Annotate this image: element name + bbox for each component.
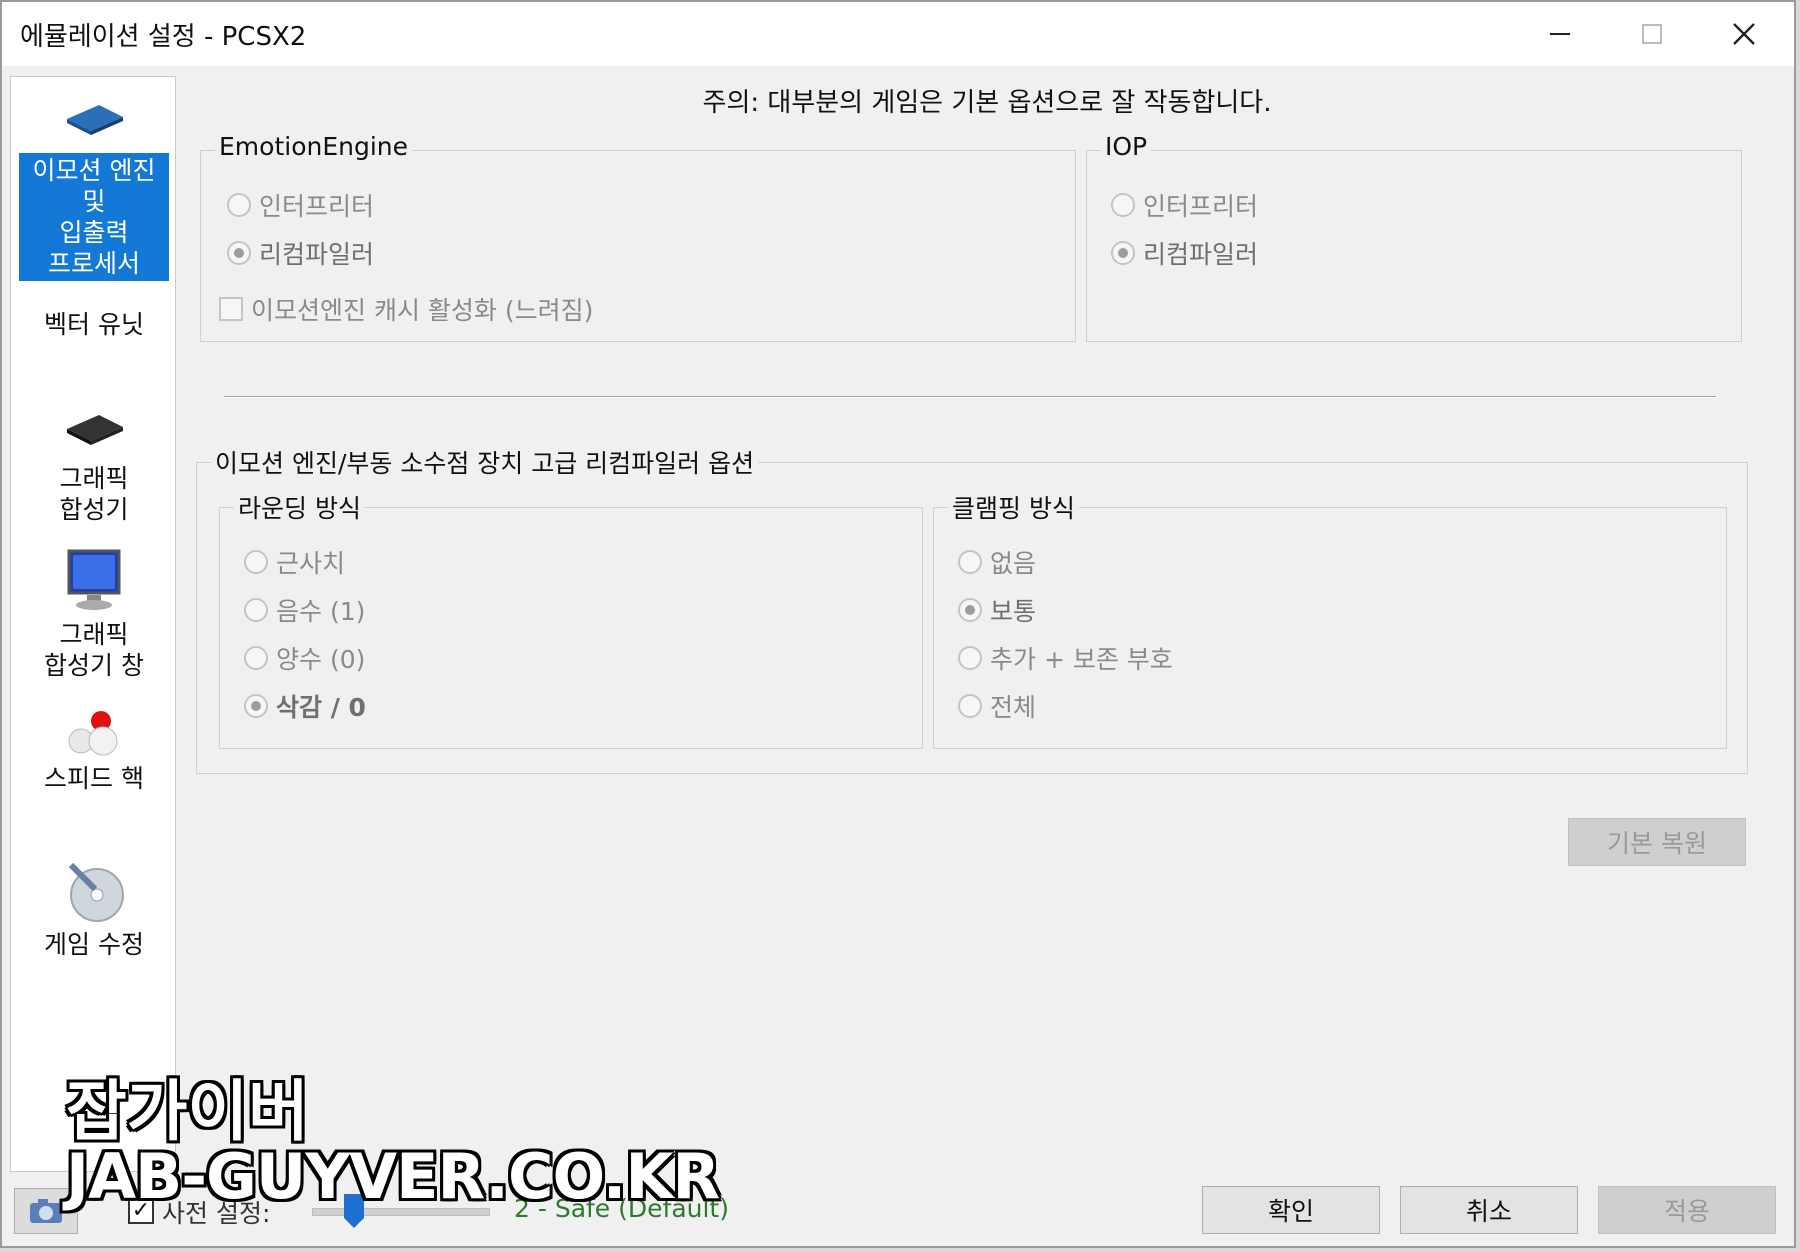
option-label: 리컴파일러: [1143, 240, 1259, 269]
sidebar-item-emotion-engine[interactable]: 이모션 엔진 및 입출력 프로세서: [11, 97, 177, 281]
option-label: 추가 + 보존 부호: [990, 645, 1173, 674]
sidebar-item-graphics-synthesizer[interactable]: 그래픽 합성기: [11, 407, 177, 525]
option-label: 전체: [990, 693, 1037, 722]
group-title: 이모션 엔진/부동 소수점 장치 고급 리컴파일러 옵션: [211, 444, 759, 480]
iop-recompiler-radio[interactable]: 리컴파일러: [1111, 235, 1258, 271]
clamping-extra-sign-radio[interactable]: 추가 + 보존 부호: [958, 640, 1173, 676]
separator-line: [224, 396, 1716, 398]
speed-hack-icon: [61, 707, 127, 757]
settings-panel: 주의: 대부분의 게임은 기본 옵션으로 잘 작동합니다. EmotionEng…: [182, 66, 1792, 1176]
advanced-recompiler-group: 이모션 엔진/부동 소수점 장치 고급 리컴파일러 옵션 라운딩 방식 근사치 …: [196, 444, 1748, 774]
close-icon: [1733, 23, 1755, 45]
emotion-engine-group: EmotionEngine 인터프리터 리컴파일러 이모션엔진 캐시 활성화 (…: [200, 132, 1076, 342]
clamping-none-radio[interactable]: 없음: [958, 544, 1036, 580]
option-label: 음수 (1): [276, 597, 366, 626]
radio-button: [958, 550, 982, 574]
maximize-icon: [1642, 24, 1662, 44]
sidebar-item-label: 벡터 유닛: [44, 310, 144, 339]
radio-button: [227, 241, 251, 265]
radio-button: [1111, 241, 1135, 265]
radio-button: [958, 694, 982, 718]
radio-button: [958, 598, 982, 622]
checkbox-label: 이모션엔진 캐시 활성화 (느려짐): [251, 296, 594, 325]
iop-group: IOP 인터프리터 리컴파일러: [1086, 132, 1742, 342]
radio-button: [244, 550, 268, 574]
restore-defaults-button[interactable]: 기본 복원: [1568, 818, 1746, 866]
rounding-negative-radio[interactable]: 음수 (1): [244, 592, 365, 628]
option-label: 근사치: [276, 549, 346, 578]
sidebar-item-vector-unit[interactable]: 벡터 유닛: [11, 309, 177, 340]
iop-interpreter-radio[interactable]: 인터프리터: [1111, 187, 1258, 223]
clamping-normal-radio[interactable]: 보통: [958, 592, 1036, 628]
sidebar-item-label: 이모션 엔진 및 입출력 프로세서: [19, 153, 169, 281]
settings-sidebar: 이모션 엔진 및 입출력 프로세서 벡터 유닛 그래픽 합성기 그래픽 합성기 …: [10, 76, 176, 1172]
sidebar-item-label: 그래픽 합성기 창: [44, 620, 144, 680]
radio-button: [227, 193, 251, 217]
sidebar-item-label: 그래픽 합성기: [59, 464, 129, 524]
maximize-button[interactable]: [1606, 2, 1698, 66]
sidebar-item-gs-window[interactable]: 그래픽 합성기 창: [11, 547, 177, 681]
option-label: 리컴파일러: [259, 240, 375, 269]
group-title: IOP: [1101, 132, 1152, 161]
cpu-chip-icon: [61, 97, 127, 147]
ok-button[interactable]: 확인: [1202, 1186, 1380, 1234]
group-title: 라운딩 방식: [234, 489, 365, 525]
cancel-button[interactable]: 취소: [1400, 1186, 1578, 1234]
monitor-icon: [61, 547, 127, 613]
apply-button[interactable]: 적용: [1598, 1186, 1776, 1234]
disc-fix-icon: [61, 859, 127, 923]
note-text: 주의: 대부분의 게임은 기본 옵션으로 잘 작동합니다.: [702, 88, 1272, 118]
sidebar-item-label: 게임 수정: [44, 930, 144, 959]
camera-icon: [30, 1199, 62, 1223]
minimize-icon: [1550, 33, 1570, 35]
sidebar-item-label: 스피드 핵: [44, 764, 144, 793]
rounding-nearest-radio[interactable]: 근사치: [244, 544, 345, 580]
option-label: 보통: [990, 597, 1037, 626]
option-label: 인터프리터: [1143, 192, 1259, 221]
ee-cache-checkbox[interactable]: 이모션엔진 캐시 활성화 (느려짐): [219, 291, 593, 327]
close-button[interactable]: [1698, 2, 1790, 66]
minimize-button[interactable]: [1514, 2, 1606, 66]
rounding-chop-radio[interactable]: 삭감 / 0: [244, 688, 366, 724]
radio-button: [244, 598, 268, 622]
clamping-mode-group: 클램핑 방식 없음 보통 추가 + 보존 부호 전체: [933, 489, 1727, 749]
window-title: 에뮬레이션 설정 - PCSX2: [20, 22, 307, 52]
gpu-chip-icon: [61, 407, 127, 457]
radio-button: [1111, 193, 1135, 217]
option-label: 양수 (0): [276, 645, 366, 674]
option-label: 삭감 / 0: [276, 693, 366, 722]
group-title: 클램핑 방식: [948, 489, 1079, 525]
ee-recompiler-radio[interactable]: 리컴파일러: [227, 235, 374, 271]
option-label: 없음: [990, 549, 1037, 578]
sidebar-item-speed-hacks[interactable]: 스피드 핵: [11, 707, 177, 794]
checkbox: [219, 297, 243, 321]
clamping-full-radio[interactable]: 전체: [958, 688, 1036, 724]
ee-interpreter-radio[interactable]: 인터프리터: [227, 187, 374, 223]
watermark-url: JAB-GUYVER.CO.KR: [66, 1140, 720, 1213]
radio-button: [958, 646, 982, 670]
radio-button: [244, 694, 268, 718]
rounding-mode-group: 라운딩 방식 근사치 음수 (1) 양수 (0) 삭감 / 0: [219, 489, 923, 749]
rounding-positive-radio[interactable]: 양수 (0): [244, 640, 365, 676]
sidebar-item-game-fixes[interactable]: 게임 수정: [11, 859, 177, 960]
group-title: EmotionEngine: [215, 132, 413, 161]
option-label: 인터프리터: [259, 192, 375, 221]
title-bar: 에뮬레이션 설정 - PCSX2: [2, 2, 1794, 66]
radio-button: [244, 646, 268, 670]
